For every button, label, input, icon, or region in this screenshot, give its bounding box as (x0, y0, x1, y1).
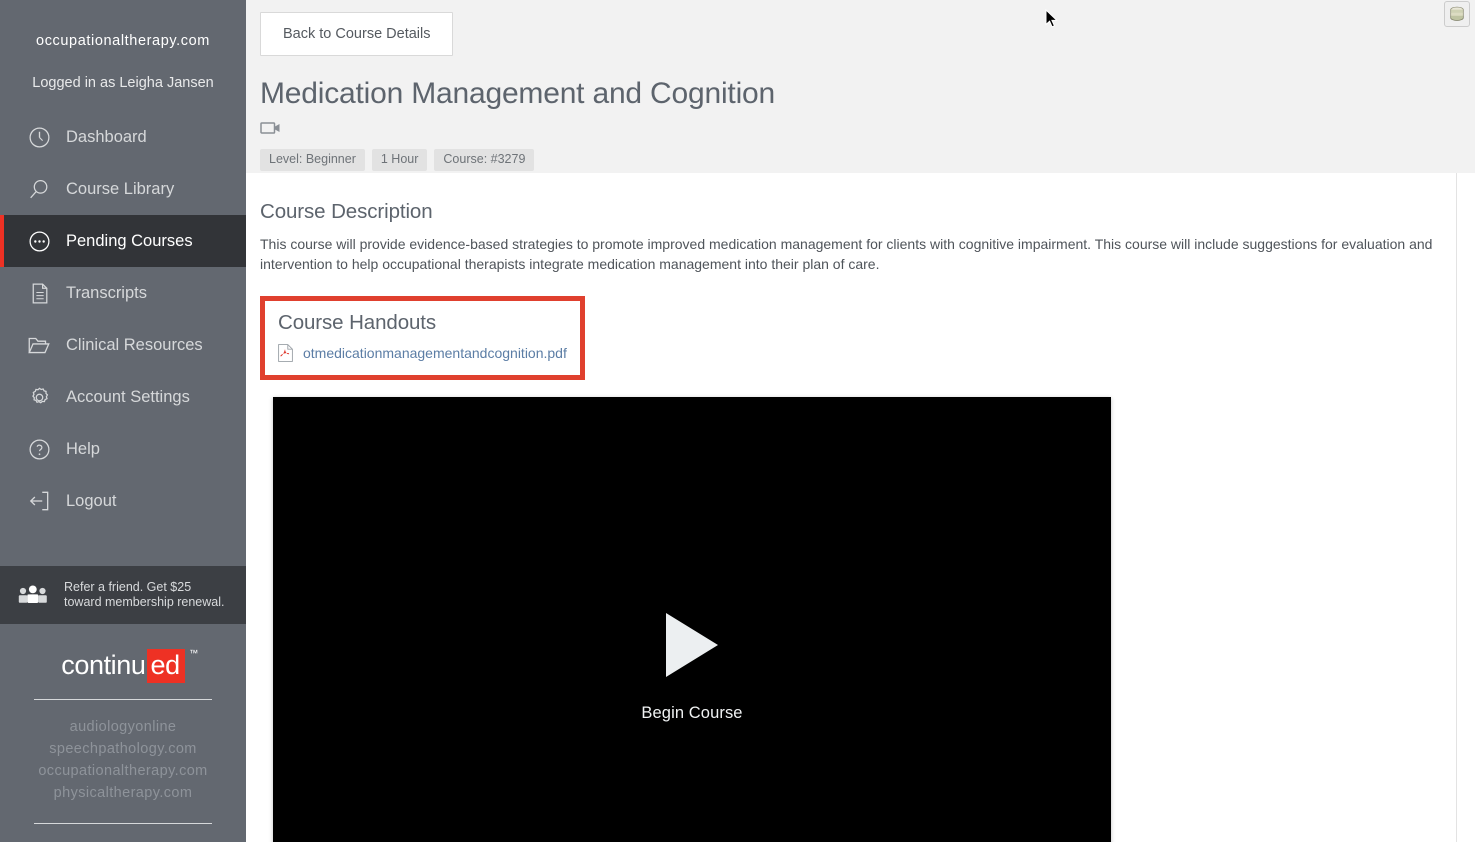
app-root: occupationaltherapy.com Logged in as Lei… (0, 0, 1475, 842)
site-link[interactable]: audiologyonline (0, 716, 246, 738)
site-link[interactable]: speechpathology.com (0, 738, 246, 760)
course-video-player[interactable]: Begin Course (273, 397, 1111, 842)
sidebar-item-label: Course Library (66, 179, 175, 198)
course-header: Back to Course Details Medication Manage… (246, 0, 1475, 173)
back-to-course-details-button[interactable]: Back to Course Details (260, 12, 454, 56)
course-body: Course Description This course will prov… (246, 200, 1475, 842)
sidebar-item-label: Transcripts (66, 283, 147, 302)
sidebar-item-label: Pending Courses (66, 231, 193, 250)
handout-pdf-link[interactable]: otmedicationmanagementandcognition.pdf (303, 345, 567, 361)
sidebar-item-dashboard[interactable]: Dashboard (0, 111, 246, 163)
course-badges: Level: Beginner 1 Hour Course: #3279 (260, 148, 1475, 172)
footer-divider-bottom (34, 823, 212, 824)
refer-a-friend-text: Refer a friend. Get $25 toward membershi… (64, 580, 225, 609)
content-right-divider (1456, 173, 1457, 842)
clock-icon (22, 120, 56, 154)
site-link[interactable]: physicaltherapy.com (0, 782, 246, 804)
logged-in-user: Logged in as Leigha Jansen (32, 75, 214, 91)
course-description-text: This course will provide evidence-based … (260, 236, 1433, 272)
status-badge: Course: #3279 (434, 148, 535, 172)
sidebar-item-label: Logout (66, 491, 117, 510)
status-badge: 1 Hour (371, 148, 428, 172)
refer-a-friend-banner[interactable]: Refer a friend. Get $25 toward membershi… (0, 566, 246, 624)
brand-logo: occupationaltherapy.com (36, 33, 210, 49)
course-description-heading: Course Description (260, 200, 433, 223)
continued-logo[interactable]: continu ed ™ (61, 648, 198, 683)
sidebar-item-label: Help (66, 439, 100, 458)
sidebar-item-label: Clinical Resources (66, 335, 203, 354)
logout-arrow-icon (22, 484, 56, 518)
sidebar-item-clinical-resources[interactable]: Clinical Resources (0, 319, 246, 371)
continued-logo-part2: ed (146, 649, 185, 683)
handout-file-row[interactable]: otmedicationmanagementandcognition.pdf (278, 344, 568, 362)
site-link[interactable]: occupationaltherapy.com (0, 760, 246, 782)
stack-coins-icon[interactable] (1444, 1, 1470, 27)
footer-divider-top (34, 699, 212, 700)
status-badge: Level: Beginner (260, 148, 365, 172)
page-title: Medication Management and Cognition (260, 77, 775, 110)
sister-sites-list: audiologyonline speechpathology.com occu… (0, 716, 246, 804)
sidebar-item-transcripts[interactable]: Transcripts (0, 267, 246, 319)
continued-logo-part1: continu (61, 650, 146, 680)
play-triangle-icon[interactable] (666, 613, 718, 677)
document-icon (22, 276, 56, 310)
sidebar-nav: Dashboard Course Library Pending Courses… (0, 111, 246, 527)
course-handouts-heading: Course Handouts (278, 311, 437, 334)
continued-footer: continu ed ™ audiologyonline speechpatholo… (0, 624, 246, 842)
question-circle-icon (22, 432, 56, 466)
sidebar-item-account-settings[interactable]: Account Settings (0, 371, 246, 423)
course-handouts-panel: Course Handouts otmedicationmanagementan… (260, 296, 585, 380)
sidebar: occupationaltherapy.com Logged in as Lei… (0, 0, 246, 842)
sidebar-item-help[interactable]: Help (0, 423, 246, 475)
sidebar-item-label: Dashboard (66, 127, 147, 146)
people-group-icon (16, 583, 56, 607)
ellipsis-circle-icon (22, 224, 56, 258)
sidebar-item-label: Account Settings (66, 387, 190, 406)
gear-icon (22, 380, 56, 414)
begin-course-label: Begin Course (641, 704, 743, 722)
video-camera-icon (260, 121, 282, 140)
trademark-symbol: ™ (189, 648, 198, 658)
search-icon (22, 172, 56, 206)
pdf-icon (278, 344, 298, 362)
folder-icon (22, 328, 56, 362)
course-format-row (260, 120, 1475, 140)
sidebar-item-course-library[interactable]: Course Library (0, 163, 246, 215)
main-content: Back to Course Details Medication Manage… (246, 0, 1475, 842)
sidebar-item-logout[interactable]: Logout (0, 475, 246, 527)
sidebar-item-pending-courses[interactable]: Pending Courses (0, 215, 246, 267)
play-overlay[interactable]: Begin Course (273, 613, 1111, 723)
